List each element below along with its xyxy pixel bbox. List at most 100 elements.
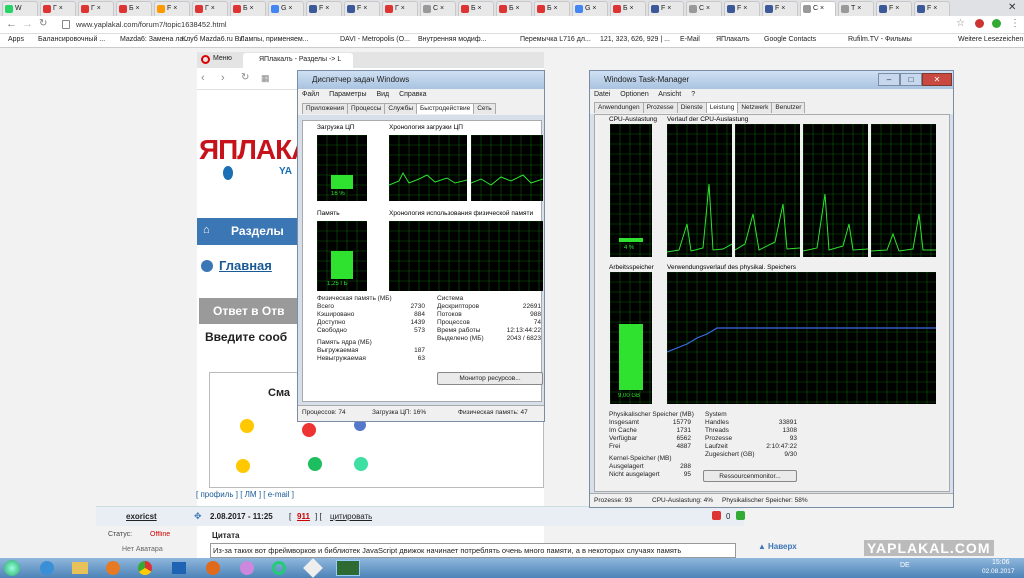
bookmark-item[interactable]: Apps: [8, 36, 24, 43]
back-icon[interactable]: ←: [6, 18, 17, 30]
menu-icon[interactable]: ⋮: [1010, 18, 1020, 29]
bookmark-item[interactable]: Перемычка L716 дл...: [520, 36, 591, 43]
browser-tab[interactable]: F ×: [762, 1, 798, 16]
post-number[interactable]: 911: [297, 512, 310, 521]
media-icon[interactable]: [106, 561, 120, 575]
breadcrumb[interactable]: Главная: [219, 258, 272, 273]
opera-icon[interactable]: [201, 55, 210, 64]
cite-link[interactable]: цитировать: [330, 512, 372, 521]
menu-view[interactable]: Вид: [376, 91, 389, 98]
browser-tab[interactable]: С ×: [686, 1, 722, 16]
menu-options[interactable]: Optionen: [620, 91, 648, 98]
browser-tab[interactable]: Г ×: [192, 1, 228, 16]
post-link-icon[interactable]: ✥: [194, 511, 202, 522]
explorer-icon[interactable]: [72, 562, 88, 574]
resource-monitor-button[interactable]: Монитор ресурсов...: [437, 372, 543, 385]
speed-dial-icon[interactable]: ▦: [261, 73, 270, 84]
browser-tab[interactable]: F ×: [914, 1, 950, 16]
browser-tab[interactable]: F ×: [724, 1, 760, 16]
browser-tab[interactable]: Б ×: [116, 1, 152, 16]
resource-monitor-button[interactable]: Ressourcenmonitor...: [703, 470, 797, 482]
menu-file[interactable]: Файл: [302, 91, 319, 98]
tab-users[interactable]: Benutzer: [771, 102, 806, 113]
minimize-icon[interactable]: –: [878, 73, 900, 86]
bookmark-star-icon[interactable]: ☆: [956, 18, 965, 29]
tab-performance[interactable]: Быстродействие: [416, 103, 475, 114]
chrome-icon[interactable]: [138, 561, 152, 575]
bookmark-item[interactable]: Google Contacts: [764, 36, 816, 43]
tab-processes[interactable]: Процессы: [347, 103, 386, 114]
smile-sunglasses-icon[interactable]: [240, 419, 254, 433]
url-input[interactable]: www.yaplakal.com/forum7/topic1638452.htm…: [76, 20, 576, 29]
paint-icon[interactable]: [240, 561, 254, 575]
bookmark-item[interactable]: Mazda6: Замена ла...: [120, 36, 189, 43]
tab-services[interactable]: Dienste: [676, 102, 707, 113]
bookmark-item[interactable]: Клуб Mazda6.ru Вх...: [182, 36, 249, 43]
bookmark-item[interactable]: Лампы, применяем...: [240, 36, 309, 43]
ie-icon[interactable]: [40, 561, 54, 575]
browser-tab[interactable]: Г ×: [382, 1, 418, 16]
browser-tab[interactable]: Б ×: [230, 1, 266, 16]
tab-processes[interactable]: Prozesse: [642, 102, 678, 113]
tab-services[interactable]: Службы: [384, 103, 418, 114]
tab-network[interactable]: Сеть: [473, 103, 496, 114]
extension-icon[interactable]: [992, 19, 1001, 28]
bookmark-item[interactable]: DAVI - Metropolis (О...: [340, 36, 410, 43]
browser-tab[interactable]: Б ×: [496, 1, 532, 16]
profile-links[interactable]: [ профиль ] [ ЛМ ] [ e-mail ]: [196, 490, 294, 499]
clock-date[interactable]: 02.08.2017: [982, 568, 1015, 575]
browser-tab[interactable]: Г ×: [78, 1, 114, 16]
menu-help[interactable]: Справка: [399, 91, 426, 98]
bookmark-item[interactable]: Weitere Lesezeichen: [958, 36, 1023, 43]
post-author[interactable]: exoricst: [126, 512, 157, 521]
menu-view[interactable]: Ansicht: [658, 91, 681, 98]
forward-icon[interactable]: ›: [221, 72, 225, 84]
forward-icon[interactable]: →: [22, 18, 33, 30]
browser-tab[interactable]: G ×: [572, 1, 608, 16]
outlook-icon[interactable]: [172, 562, 186, 574]
bookmark-item[interactable]: E-Mail: [680, 36, 700, 43]
report-icon[interactable]: [712, 511, 721, 520]
browser-tab[interactable]: F ×: [876, 1, 912, 16]
close-icon[interactable]: ✕: [922, 73, 952, 86]
tab-performance[interactable]: Leistung: [705, 102, 739, 113]
browser-tab[interactable]: F ×: [344, 1, 380, 16]
bookmark-item[interactable]: Балансировочный ...: [38, 36, 105, 43]
menu-help[interactable]: ?: [691, 91, 695, 98]
browser-tab[interactable]: G ×: [268, 1, 304, 16]
browser-tab[interactable]: Г ×: [40, 1, 76, 16]
bookmark-item[interactable]: Rufilm.TV - Фильмы: [848, 36, 912, 43]
browser-tab[interactable]: F ×: [306, 1, 342, 16]
scroll-up-link[interactable]: Наверх: [768, 542, 797, 551]
browser-tab[interactable]: Т ×: [838, 1, 874, 16]
start-button-icon[interactable]: [4, 560, 20, 576]
tab-applications[interactable]: Anwendungen: [594, 102, 644, 113]
smile-red-icon[interactable]: [302, 423, 316, 437]
task-manager-icon[interactable]: [336, 560, 360, 576]
browser-tab[interactable]: Б ×: [610, 1, 646, 16]
plus-icon[interactable]: [736, 511, 745, 520]
reload-icon[interactable]: ↻: [241, 72, 249, 83]
menu-options[interactable]: Параметры: [329, 91, 366, 98]
bookmark-item[interactable]: Внутренняя модиф...: [418, 36, 486, 43]
clock-time[interactable]: 15:06: [992, 559, 1010, 566]
window-close-icon[interactable]: ✕: [1008, 2, 1016, 13]
browser-tab[interactable]: Б ×: [458, 1, 494, 16]
smile-thumb-icon[interactable]: [236, 459, 250, 473]
extension-icon[interactable]: [975, 19, 984, 28]
browser-tab[interactable]: W: [2, 1, 38, 16]
browser-tab[interactable]: F ×: [154, 1, 190, 16]
browser-tab[interactable]: С ×: [800, 1, 836, 16]
back-icon[interactable]: ‹: [201, 72, 205, 84]
bookmark-item[interactable]: 121, 323, 626, 929 | ...: [600, 36, 670, 43]
menu-file[interactable]: Datei: [594, 91, 610, 98]
opera-menu-button[interactable]: Меню: [213, 55, 232, 62]
maximize-icon[interactable]: □: [900, 73, 922, 86]
browser-tab[interactable]: С ×: [420, 1, 456, 16]
opera-icon[interactable]: [272, 561, 286, 575]
tab-network[interactable]: Netzwerk: [737, 102, 773, 113]
smile-teal-icon[interactable]: [354, 457, 368, 471]
smile-green-icon[interactable]: [308, 457, 322, 471]
firefox-icon[interactable]: [206, 561, 220, 575]
bookmark-item[interactable]: ЯПлакалъ: [716, 36, 750, 43]
